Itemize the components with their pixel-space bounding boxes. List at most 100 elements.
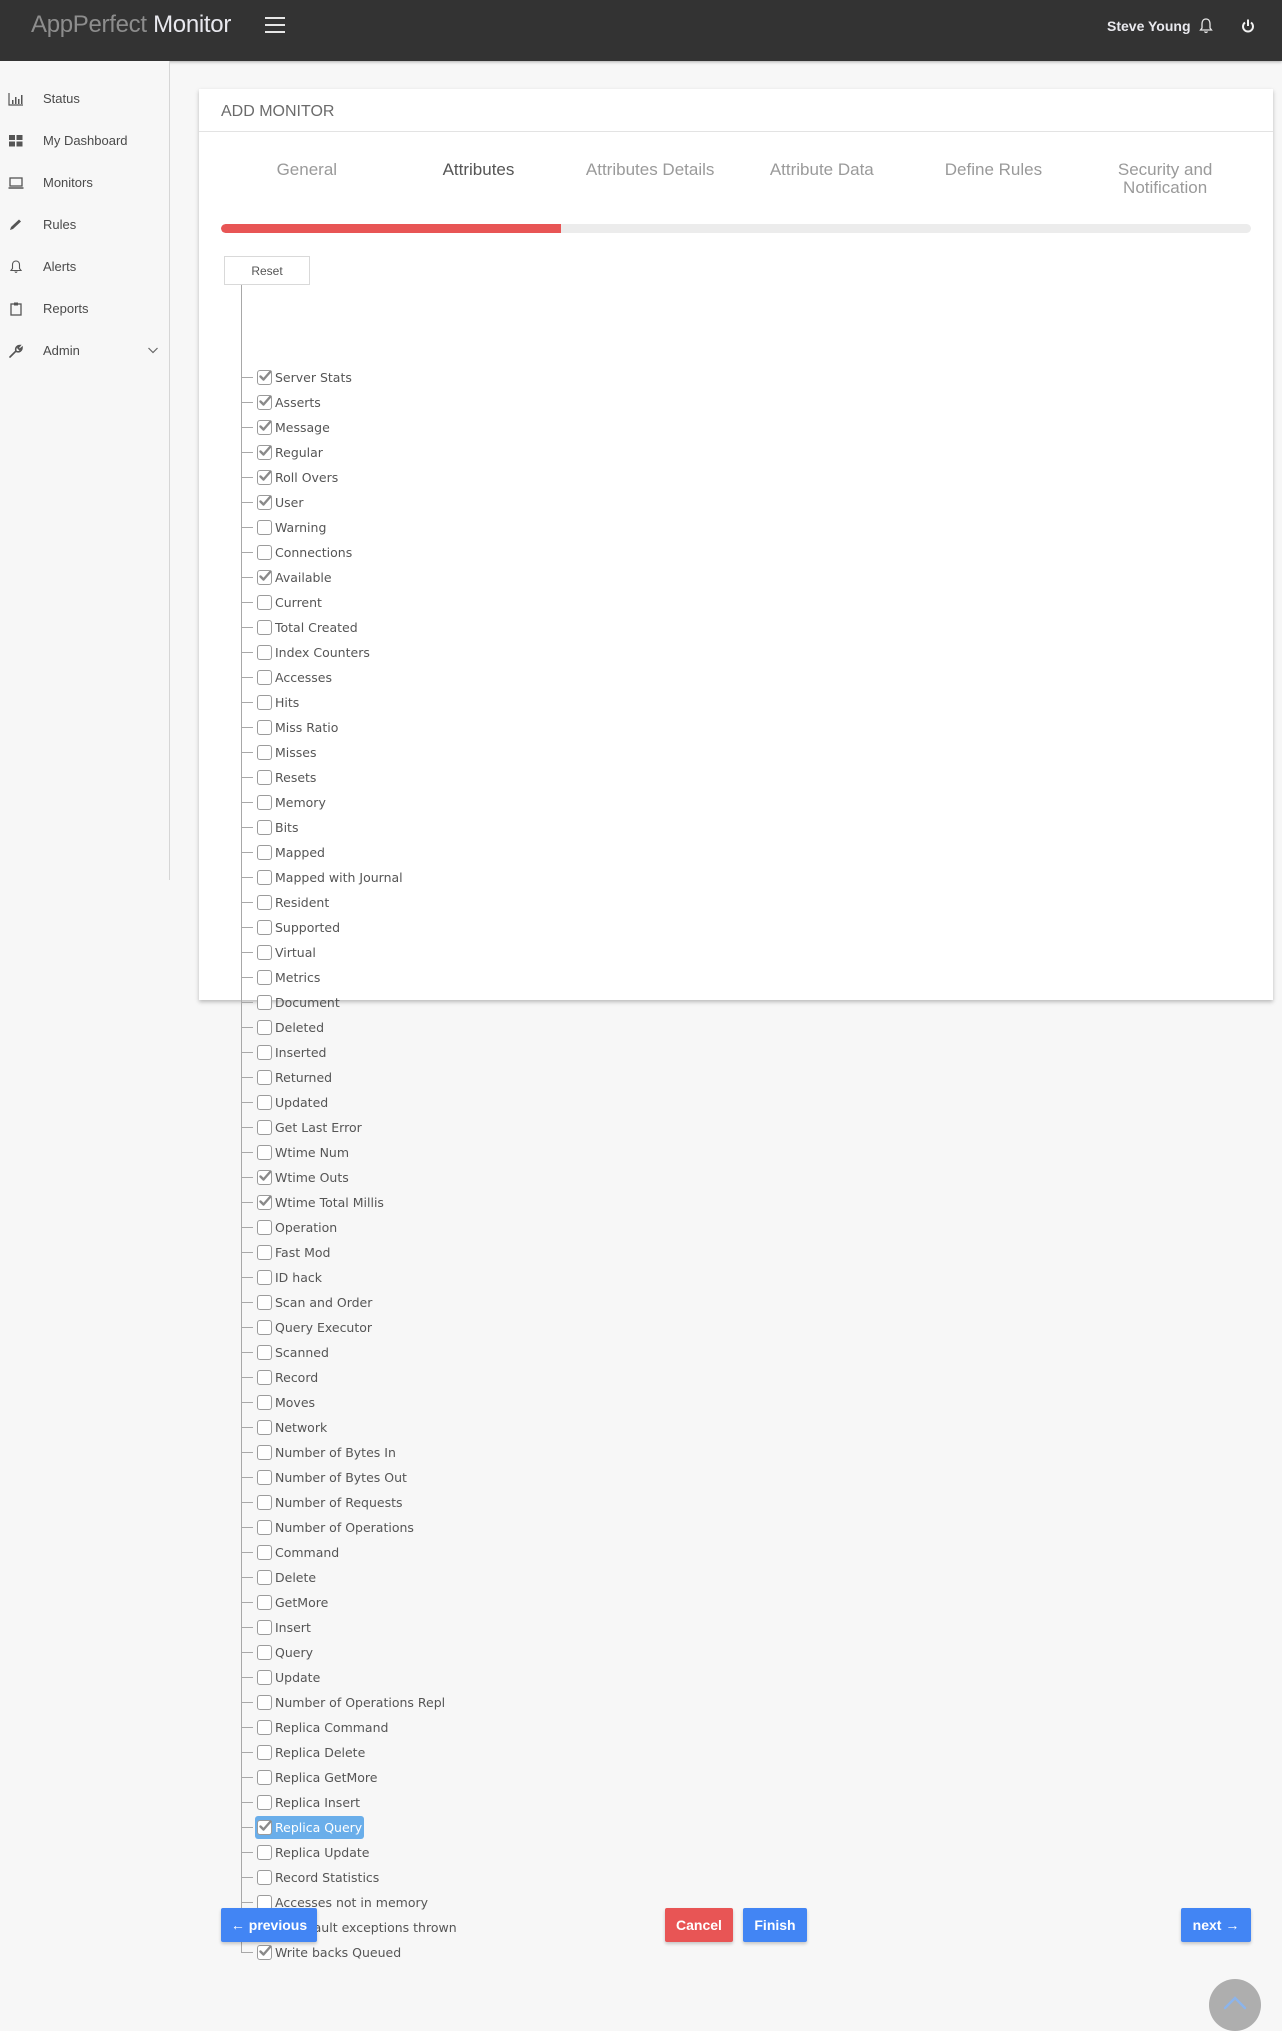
attribute-node[interactable]: Virtual <box>255 941 318 964</box>
sidebar-item-admin[interactable]: Admin <box>0 331 169 371</box>
attribute-checkbox[interactable] <box>257 820 272 835</box>
attribute-node[interactable]: Record Statistics <box>255 1866 381 1889</box>
attribute-node[interactable]: Available <box>255 566 334 589</box>
attribute-node[interactable]: Write backs Queued <box>255 1941 403 1964</box>
attribute-node[interactable]: Number of Operations <box>255 1516 416 1539</box>
attribute-checkbox[interactable] <box>257 870 272 885</box>
attribute-node[interactable]: Resets <box>255 766 318 789</box>
attribute-node[interactable]: User <box>255 491 306 514</box>
attribute-checkbox[interactable] <box>257 1645 272 1660</box>
attribute-checkbox[interactable] <box>257 695 272 710</box>
attribute-node[interactable]: Index Counters <box>255 641 372 664</box>
reset-button[interactable]: Reset <box>224 256 310 285</box>
attribute-node[interactable]: Warning <box>255 516 328 539</box>
attribute-checkbox[interactable] <box>257 645 272 660</box>
attribute-checkbox[interactable] <box>257 845 272 860</box>
attribute-checkbox[interactable] <box>257 1945 272 1960</box>
tab-attributes[interactable]: Attributes <box>393 161 565 201</box>
attribute-node[interactable]: Replica Command <box>255 1716 390 1739</box>
attribute-checkbox[interactable] <box>257 1395 272 1410</box>
attribute-checkbox[interactable] <box>257 595 272 610</box>
tab-general[interactable]: General <box>221 161 393 201</box>
attribute-checkbox[interactable] <box>257 670 272 685</box>
attribute-node[interactable]: Replica Query <box>255 1816 365 1839</box>
attribute-checkbox[interactable] <box>257 370 272 385</box>
attribute-node[interactable]: Scanned <box>255 1341 331 1364</box>
attribute-checkbox[interactable] <box>257 745 272 760</box>
attribute-node[interactable]: Deleted <box>255 1016 326 1039</box>
attribute-checkbox[interactable] <box>257 1620 272 1635</box>
attribute-checkbox[interactable] <box>257 470 272 485</box>
attribute-node[interactable]: ID hack <box>255 1266 324 1289</box>
attribute-node[interactable]: Fast Mod <box>255 1241 332 1264</box>
attribute-node[interactable]: Memory <box>255 791 328 814</box>
attribute-node[interactable]: Document <box>255 991 342 1014</box>
attribute-checkbox[interactable] <box>257 445 272 460</box>
attribute-checkbox[interactable] <box>257 1495 272 1510</box>
attribute-node[interactable]: Scan and Order <box>255 1291 374 1314</box>
attribute-checkbox[interactable] <box>257 1720 272 1735</box>
attribute-checkbox[interactable] <box>257 520 272 535</box>
attribute-node[interactable]: Message <box>255 416 332 439</box>
attribute-checkbox[interactable] <box>257 1245 272 1260</box>
attribute-node[interactable]: Number of Requests <box>255 1491 405 1514</box>
attribute-node[interactable]: Mapped with Journal <box>255 866 405 889</box>
attribute-node[interactable]: Moves <box>255 1391 317 1414</box>
attribute-node[interactable]: Get Last Error <box>255 1116 364 1139</box>
attribute-checkbox[interactable] <box>257 1320 272 1335</box>
attribute-node[interactable]: Updated <box>255 1091 330 1114</box>
attribute-checkbox[interactable] <box>257 1845 272 1860</box>
attribute-node[interactable]: Command <box>255 1541 341 1564</box>
user-menu[interactable]: Steve Young <box>1107 17 1191 35</box>
attribute-node[interactable]: Inserted <box>255 1041 328 1064</box>
attribute-node[interactable]: Regular <box>255 441 325 464</box>
attribute-node[interactable]: Wtime Total Millis <box>255 1191 386 1214</box>
attribute-node[interactable]: Wtime Outs <box>255 1166 351 1189</box>
attribute-node[interactable]: GetMore <box>255 1591 330 1614</box>
attribute-checkbox[interactable] <box>257 1670 272 1685</box>
scroll-to-top-button[interactable] <box>1209 1979 1261 2031</box>
attribute-checkbox[interactable] <box>257 1445 272 1460</box>
attribute-node[interactable]: Returned <box>255 1066 334 1089</box>
attribute-checkbox[interactable] <box>257 1370 272 1385</box>
attribute-node[interactable]: Number of Bytes In <box>255 1441 398 1464</box>
previous-button[interactable]: ← previous <box>221 1908 317 1942</box>
attribute-node[interactable]: Roll Overs <box>255 466 340 489</box>
attribute-node[interactable]: Bits <box>255 816 300 839</box>
attribute-node[interactable]: Supported <box>255 916 342 939</box>
attribute-checkbox[interactable] <box>257 1345 272 1360</box>
attribute-checkbox[interactable] <box>257 1095 272 1110</box>
attribute-node[interactable]: Operation <box>255 1216 339 1239</box>
attribute-checkbox[interactable] <box>257 1545 272 1560</box>
attribute-node[interactable]: Number of Operations Repl <box>255 1691 447 1714</box>
attribute-node[interactable]: Delete <box>255 1566 318 1589</box>
attribute-node[interactable]: Query Executor <box>255 1316 374 1339</box>
attribute-node[interactable]: Misses <box>255 741 319 764</box>
attribute-checkbox[interactable] <box>257 1145 272 1160</box>
attribute-node[interactable]: Wtime Num <box>255 1141 351 1164</box>
cancel-button[interactable]: Cancel <box>665 1908 733 1942</box>
attribute-checkbox[interactable] <box>257 1695 272 1710</box>
next-button[interactable]: next → <box>1181 1908 1251 1942</box>
attribute-checkbox[interactable] <box>257 1520 272 1535</box>
attribute-checkbox[interactable] <box>257 1220 272 1235</box>
attribute-checkbox[interactable] <box>257 1745 272 1760</box>
attribute-checkbox[interactable] <box>257 395 272 410</box>
sidebar-item-rules[interactable]: Rules <box>0 205 169 245</box>
tab-security-and-notification[interactable]: Security and Notification <box>1079 161 1251 201</box>
attribute-checkbox[interactable] <box>257 1045 272 1060</box>
attribute-checkbox[interactable] <box>257 420 272 435</box>
sidebar-item-alerts[interactable]: Alerts <box>0 247 169 287</box>
attribute-checkbox[interactable] <box>257 1770 272 1785</box>
attribute-node[interactable]: Update <box>255 1666 322 1689</box>
attribute-node[interactable]: Asserts <box>255 391 323 414</box>
attribute-checkbox[interactable] <box>257 1420 272 1435</box>
attribute-node[interactable]: Replica Delete <box>255 1741 367 1764</box>
chevron-down-icon[interactable] <box>147 344 159 356</box>
tab-attributes-details[interactable]: Attributes Details <box>564 161 736 201</box>
power-icon[interactable] <box>1240 17 1256 35</box>
sidebar-item-status[interactable]: Status <box>0 79 169 119</box>
attribute-checkbox[interactable] <box>257 770 272 785</box>
tab-attribute-data[interactable]: Attribute Data <box>736 161 908 201</box>
attribute-node[interactable]: Number of Bytes Out <box>255 1466 409 1489</box>
